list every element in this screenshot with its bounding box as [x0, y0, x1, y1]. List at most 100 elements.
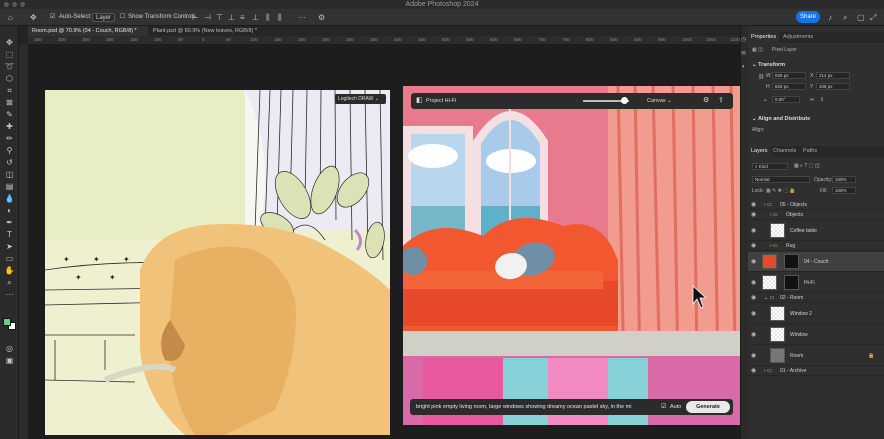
screen-mode-icon[interactable]: ▣ [3, 356, 16, 366]
marquee-tool-icon[interactable]: ⬚ [3, 50, 16, 60]
notifications-bell-icon[interactable]: ♪ [828, 13, 832, 22]
tab-layers[interactable]: Layers [748, 146, 771, 157]
layer-row-02-room[interactable]: ◉ ⌄ ▭ 02 - Room [748, 294, 884, 303]
distribute-icon[interactable]: ⫼ [266, 13, 270, 22]
layer-row-01-archive[interactable]: ◉ › ▭ 01 - Archive [748, 367, 884, 376]
crop-tool-icon[interactable]: ⌗ [3, 86, 16, 96]
window-controls[interactable] [4, 2, 25, 7]
layer-row-hifi[interactable]: ◉ Hi-Fi [748, 273, 884, 293]
flip-horizontal-icon[interactable]: ⇹ [810, 97, 814, 103]
x-field[interactable]: 214 px [816, 72, 850, 79]
visibility-eye-icon[interactable]: ◉ [751, 211, 756, 220]
layer-row-05-objects[interactable]: ◉ › ▭ 05 - Objects [748, 201, 884, 210]
layer-row-coffee-table[interactable]: ◉ Coffee table [748, 221, 884, 241]
more-tools-icon[interactable]: ··· [3, 290, 16, 300]
width-field[interactable]: 826 px [772, 72, 806, 79]
tab-paths[interactable]: Paths [800, 146, 820, 157]
align-bottom-icon[interactable]: ⊥ [252, 13, 259, 22]
adjust-icon[interactable]: ◑ [741, 64, 745, 70]
frame-tool-icon[interactable]: ⊠ [3, 98, 16, 108]
home-icon[interactable]: ⌂ [8, 13, 13, 22]
comments-icon[interactable]: ✉ [741, 50, 746, 57]
visibility-eye-icon[interactable]: ◉ [751, 242, 756, 251]
history-icon[interactable]: ◷ [741, 36, 746, 43]
show-transform-checkbox[interactable]: ☐ [120, 13, 125, 22]
visibility-eye-icon[interactable]: ◉ [751, 252, 756, 272]
tab-properties[interactable]: Properties [748, 32, 780, 43]
y-field[interactable]: 406 px [816, 83, 850, 90]
workspace-icon[interactable]: ▢ [857, 13, 865, 22]
hifi-settings-gear-icon[interactable]: ⚙ [703, 96, 709, 104]
hifi-export-icon[interactable]: ⇪ [718, 96, 724, 104]
brush-tool-icon[interactable]: ✏ [3, 134, 16, 144]
auto-select-checkbox[interactable]: ☑ [50, 13, 55, 22]
shape-tool-icon[interactable]: ▭ [3, 254, 16, 264]
hand-tool-icon[interactable]: ✋ [3, 266, 16, 276]
align-top-icon[interactable]: ⊥ [228, 13, 235, 22]
tab-adjustments[interactable]: Adjustments [780, 32, 816, 43]
settings-gear-icon[interactable]: ⚙ [318, 13, 325, 22]
link-icon[interactable]: ⛓ [758, 74, 764, 80]
pen-tool-icon[interactable]: ✒ [3, 218, 16, 228]
auto-select-dropdown[interactable]: Layer [92, 13, 116, 22]
type-tool-icon[interactable]: T [3, 230, 16, 240]
height-field[interactable]: 826 px [772, 83, 806, 90]
layer-row-objects[interactable]: ◉ › ▭ Objects [748, 211, 884, 220]
more-options-icon[interactable]: ··· [298, 13, 306, 22]
blur-tool-icon[interactable]: 💧 [3, 194, 16, 204]
share-button[interactable]: Share [796, 11, 820, 23]
path-select-icon[interactable]: ➤ [3, 242, 16, 252]
move-tool-icon[interactable]: ✥ [3, 38, 16, 48]
flip-vertical-icon[interactable]: ⇕ [820, 97, 824, 103]
horizontal-ruler[interactable]: 350 300 250 200 150 100 50 0 50 100 150 200 250 300 35… [28, 36, 740, 45]
angle-field[interactable]: 0.00° [772, 96, 800, 103]
object-select-icon[interactable]: ⬡ [3, 74, 16, 84]
sketch-canvas[interactable]: ✦ ✦ ✦ ✦ ✦ [45, 90, 390, 435]
lasso-tool-icon[interactable]: ➰ [3, 62, 16, 72]
dodge-tool-icon[interactable]: ◐ [3, 206, 16, 216]
history-brush-icon[interactable]: ↺ [3, 158, 16, 168]
fullscreen-icon[interactable]: ⤢ [870, 13, 876, 22]
hifi-slider-thumb[interactable] [621, 97, 628, 104]
layer-row-04-couch[interactable]: ◉ 04 - Couch [748, 252, 884, 272]
generate-button[interactable]: Generate [686, 401, 730, 413]
layer-filter-kind[interactable]: ⌕ Kind [752, 163, 788, 170]
visibility-eye-icon[interactable]: ◉ [751, 325, 756, 345]
search-icon[interactable]: ⌕ [843, 13, 847, 22]
tab-room-psd[interactable]: Room.psd @ 70.9% (04 - Couch, RGB/8) * [28, 26, 148, 36]
layer-row-rug[interactable]: ◉ › ▭ Rug [748, 242, 884, 251]
visibility-eye-icon[interactable]: ◉ [751, 294, 756, 303]
visibility-eye-icon[interactable]: ◉ [751, 273, 756, 293]
tab-channels[interactable]: Channels [770, 146, 799, 157]
auto-checkbox[interactable]: ☑ [661, 403, 666, 410]
layer-row-window-2[interactable]: ◉ Window 2 [748, 304, 884, 324]
visibility-eye-icon[interactable]: ◉ [751, 201, 756, 210]
distribute-2-icon[interactable]: ⫼ [278, 13, 282, 22]
align-left-icon[interactable]: ⊢ [192, 13, 199, 22]
align-middle-icon[interactable]: ≡ [240, 13, 245, 22]
device-badge[interactable]: Logitech DRAW ⌄ [335, 94, 386, 104]
quick-mask-icon[interactable]: ◎ [3, 344, 16, 354]
layer-row-window[interactable]: ◉ Window [748, 325, 884, 345]
foreground-color-swatch[interactable] [3, 318, 11, 326]
visibility-eye-icon[interactable]: ◉ [751, 367, 756, 376]
blend-mode-dropdown[interactable]: Normal [752, 176, 810, 183]
healing-brush-icon[interactable]: ✚ [3, 122, 16, 132]
align-center-icon[interactable]: ⊣ [204, 13, 211, 22]
visibility-eye-icon[interactable]: ◉ [751, 221, 756, 241]
visibility-eye-icon[interactable]: ◉ [751, 346, 756, 366]
tab-plant-psd[interactable]: Plant.psd @ 60.9% (New leaves, RGB/8) * [149, 26, 289, 36]
prompt-input[interactable]: bright pink empty living room, large win… [416, 404, 656, 410]
gradient-tool-icon[interactable]: ▤ [3, 182, 16, 192]
layer-filter-icons[interactable]: ▦ ◐ T ⬚ ◫ [794, 163, 820, 169]
move-tool-icon[interactable]: ✥ [30, 13, 37, 22]
visibility-eye-icon[interactable]: ◉ [751, 304, 756, 324]
eyedropper-icon[interactable]: ✎ [3, 110, 16, 120]
opacity-field[interactable]: 100% [832, 176, 856, 183]
hifi-render-canvas[interactable] [403, 86, 740, 425]
eraser-tool-icon[interactable]: ◫ [3, 170, 16, 180]
clone-stamp-icon[interactable]: ⚲ [3, 146, 16, 156]
hifi-source-dropdown[interactable]: Canvas ⌄ [647, 98, 672, 104]
layer-row-room[interactable]: ◉ Room 🔒 [748, 346, 884, 366]
zoom-tool-icon[interactable]: ⌕ [3, 278, 16, 288]
